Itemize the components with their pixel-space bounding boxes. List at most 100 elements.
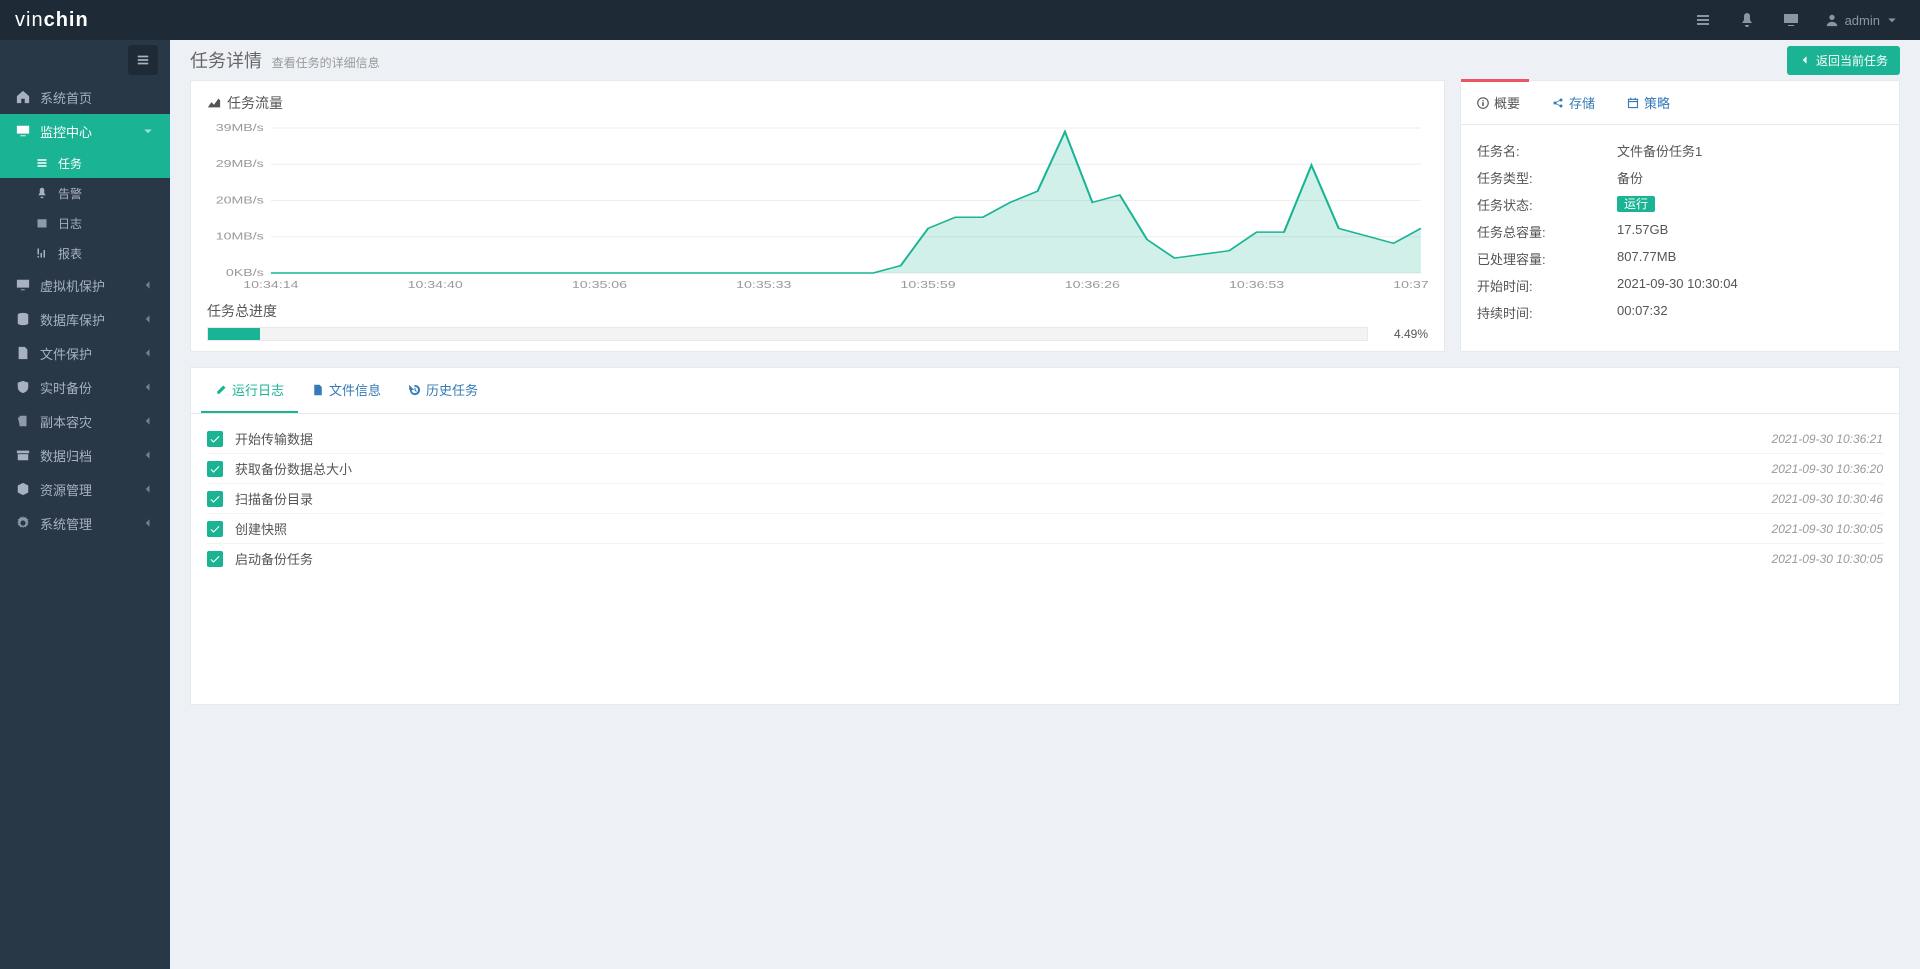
chart-title: 任务流量 [227, 93, 283, 113]
svg-text:10:34:14: 10:34:14 [243, 279, 298, 290]
chevron-down-icon [142, 125, 154, 137]
svg-text:10:35:06: 10:35:06 [572, 279, 627, 290]
check-icon [207, 461, 223, 477]
copy-icon [16, 414, 30, 428]
home-icon [16, 90, 30, 104]
log-message: 扫描备份目录 [235, 489, 1772, 508]
back-to-current-task-button[interactable]: 返回当前任务 [1787, 46, 1900, 75]
shield-icon [16, 380, 30, 394]
archive-icon [16, 448, 30, 462]
log-tab-运行日志[interactable]: 运行日志 [201, 368, 298, 413]
svg-text:10:34:40: 10:34:40 [408, 279, 463, 290]
info-tab-存储[interactable]: 存储 [1536, 81, 1611, 124]
sidebar-subitem-报表[interactable]: 报表 [0, 238, 170, 268]
info-panel: 概要存储策略 任务名:文件备份任务1任务类型:备份任务状态:运行任务总容量:17… [1460, 80, 1900, 352]
info-row: 任务名:文件备份任务1 [1477, 137, 1883, 164]
log-timestamp: 2021-09-30 10:30:05 [1772, 522, 1883, 536]
info-value: 807.77MB [1617, 249, 1883, 268]
list-icon [36, 157, 48, 169]
log-row: 创建快照2021-09-30 10:30:05 [207, 514, 1883, 544]
header-screen-icon[interactable] [1771, 0, 1811, 40]
sidebar-item-副本容灾[interactable]: 副本容灾 [0, 404, 170, 438]
share-icon [1552, 97, 1564, 109]
svg-text:39MB/s: 39MB/s [216, 123, 264, 133]
check-icon [207, 491, 223, 507]
back-button-label: 返回当前任务 [1816, 52, 1888, 69]
sidebar-subitem-label: 日志 [58, 215, 82, 232]
chart-title-row: 任务流量 [207, 93, 1428, 113]
log-message: 创建快照 [235, 519, 1772, 538]
log-row: 扫描备份目录2021-09-30 10:30:46 [207, 484, 1883, 514]
chevron-left-icon [142, 381, 154, 393]
arrow-left-icon [1799, 54, 1811, 66]
log-row: 获取备份数据总大小2021-09-30 10:36:20 [207, 454, 1883, 484]
info-row: 已处理容量:807.77MB [1477, 245, 1883, 272]
edit-icon [215, 384, 227, 396]
sidebar-item-虚拟机保护[interactable]: 虚拟机保护 [0, 268, 170, 302]
sidebar-item-label: 系统首页 [40, 88, 92, 107]
info-tab-策略[interactable]: 策略 [1611, 81, 1686, 124]
info-value: 备份 [1617, 168, 1883, 187]
sidebar-subitem-label: 报表 [58, 245, 82, 262]
log-tab-label: 历史任务 [426, 380, 478, 399]
logo-pre: vin [15, 9, 44, 31]
header-bell-icon[interactable] [1727, 0, 1767, 40]
svg-text:10:36:26: 10:36:26 [1065, 279, 1120, 290]
sidebar-item-label: 实时备份 [40, 378, 92, 397]
cube-icon [16, 482, 30, 496]
log-tab-历史任务[interactable]: 历史任务 [395, 368, 492, 413]
info-label: 持续时间: [1477, 303, 1617, 322]
log-panel: 运行日志文件信息 历史任务 开始传输数据2021-09-30 10:36:21获取… [190, 367, 1900, 705]
sidebar-item-label: 数据归档 [40, 446, 92, 465]
log-list: 开始传输数据2021-09-30 10:36:21获取备份数据总大小2021-0… [191, 414, 1899, 704]
main-content: 任务详情 查看任务的详细信息 返回当前任务 任务流量 0KB/s10MB/s20… [170, 40, 1920, 969]
top-header: vinchin admin [0, 0, 1920, 40]
header-queue-icon[interactable] [1683, 0, 1723, 40]
log-row: 启动备份任务2021-09-30 10:30:05 [207, 544, 1883, 573]
sidebar-item-label: 副本容灾 [40, 412, 92, 431]
info-row: 持续时间:00:07:32 [1477, 299, 1883, 326]
info-tab-label: 策略 [1644, 93, 1670, 112]
info-label: 任务状态: [1477, 195, 1617, 214]
info-label: 已处理容量: [1477, 249, 1617, 268]
file-icon [16, 346, 30, 360]
info-icon [1477, 97, 1489, 109]
sidebar-item-数据归档[interactable]: 数据归档 [0, 438, 170, 472]
sidebar-item-系统首页[interactable]: 系统首页 [0, 80, 170, 114]
sidebar-subitem-日志[interactable]: 日志 [0, 208, 170, 238]
sidebar: 系统首页监控中心任务告警日志报表虚拟机保护数据库保护文件保护实时备份副本容灾数据… [0, 40, 170, 969]
info-row: 任务总容量:17.57GB [1477, 218, 1883, 245]
sidebar-subitem-告警[interactable]: 告警 [0, 178, 170, 208]
info-tab-概要[interactable]: 概要 [1461, 81, 1536, 124]
sidebar-item-系统管理[interactable]: 系统管理 [0, 506, 170, 540]
gear-icon [16, 516, 30, 530]
monitor-icon [16, 124, 30, 138]
sidebar-toggle-button[interactable] [128, 45, 158, 75]
svg-text:10:37:20: 10:37:20 [1393, 279, 1428, 290]
log-tab-文件信息[interactable]: 文件信息 [298, 368, 395, 413]
sidebar-item-实时备份[interactable]: 实时备份 [0, 370, 170, 404]
svg-text:10:35:59: 10:35:59 [900, 279, 955, 290]
sidebar-item-资源管理[interactable]: 资源管理 [0, 472, 170, 506]
log-timestamp: 2021-09-30 10:30:46 [1772, 492, 1883, 506]
status-badge: 运行 [1617, 196, 1655, 212]
progress-bar-fill [208, 328, 260, 340]
info-value: 17.57GB [1617, 222, 1883, 241]
sidebar-item-数据库保护[interactable]: 数据库保护 [0, 302, 170, 336]
info-row: 开始时间:2021-09-30 10:30:04 [1477, 272, 1883, 299]
header-user-dropdown[interactable]: admin [1815, 0, 1908, 40]
info-value: 2021-09-30 10:30:04 [1617, 276, 1883, 295]
sidebar-toggle-row [0, 40, 170, 80]
chevron-left-icon [142, 415, 154, 427]
chevron-left-icon [142, 483, 154, 495]
sidebar-subitem-任务[interactable]: 任务 [0, 148, 170, 178]
chevron-left-icon [142, 517, 154, 529]
sidebar-item-监控中心[interactable]: 监控中心 [0, 114, 170, 148]
sidebar-subitem-label: 任务 [58, 155, 82, 172]
page-title: 任务详情 [190, 51, 262, 71]
progress-row: 4.49% [207, 327, 1428, 341]
chevron-left-icon [142, 347, 154, 359]
sidebar-item-label: 监控中心 [40, 122, 92, 141]
sidebar-item-文件保护[interactable]: 文件保护 [0, 336, 170, 370]
chevron-left-icon [142, 279, 154, 291]
